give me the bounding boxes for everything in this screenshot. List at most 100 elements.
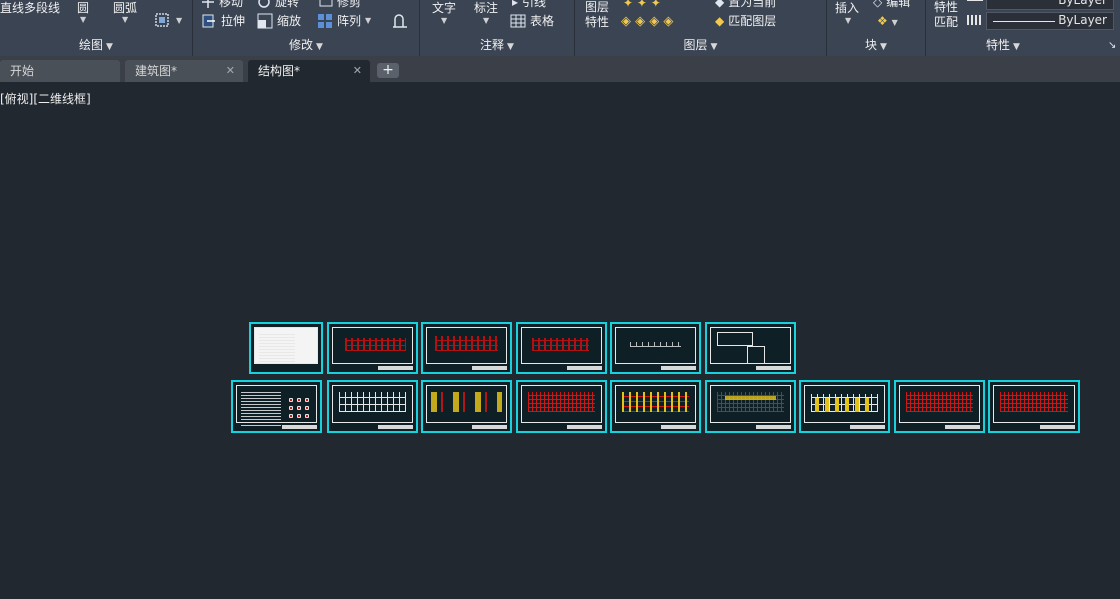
table-icon: [510, 14, 526, 28]
drawing-sheet[interactable]: [516, 322, 607, 374]
leader-button[interactable]: ▸ 引线: [512, 0, 546, 10]
scale-label: 缩放: [277, 14, 302, 28]
modify-panel: 移动 旋转 修剪 拉伸 缩放 阵列 ▼ 修改 ▼: [193, 0, 420, 56]
scale-button[interactable]: 缩放: [257, 13, 301, 29]
drawing-sheet[interactable]: [610, 380, 701, 433]
linetype-select[interactable]: ByLayer: [986, 12, 1114, 30]
drawing-sheet[interactable]: [327, 380, 418, 433]
close-tab-icon[interactable]: ✕: [226, 60, 235, 82]
drawing-sheet[interactable]: [610, 322, 701, 374]
match-properties-button[interactable]: 特性 匹配: [934, 0, 958, 30]
block-edit-button[interactable]: ◇ 编辑: [873, 0, 910, 10]
match-layer-icon: ◆: [715, 14, 725, 28]
new-tab-button[interactable]: +: [377, 63, 399, 78]
layer-properties-button[interactable]: 图层 特性: [585, 0, 609, 30]
tab-architecture[interactable]: 建筑图* ✕: [125, 60, 243, 82]
layers-panel: 图层 特性 ✦ ✦ ✦ ◈ ◈ ◈ ◈ ◆ 置为当前 ◆ 匹配图层 图层 ▼: [575, 0, 827, 56]
array-dropdown-icon[interactable]: ▼: [365, 13, 371, 29]
hatch-tool-icon[interactable]: [154, 12, 172, 33]
layer-tools-row2-icons[interactable]: ◈ ◈ ◈ ◈: [621, 14, 673, 29]
panel-expand-icon[interactable]: ↘: [1108, 40, 1116, 51]
block-panel-title[interactable]: 块 ▼: [827, 37, 925, 54]
move-label: 移动: [219, 0, 244, 9]
trim-label: 修剪: [337, 0, 362, 9]
layers-panel-title[interactable]: 图层 ▼: [575, 37, 826, 54]
circle-dropdown-icon[interactable]: ▼: [80, 15, 86, 24]
make-current-button[interactable]: ◆ 置为当前: [715, 0, 776, 10]
drawing-sheet[interactable]: [516, 380, 607, 433]
tab-start[interactable]: 开始: [0, 60, 120, 82]
dimension-button[interactable]: 标注: [474, 0, 498, 16]
tab-structure[interactable]: 结构图* ✕: [248, 60, 370, 82]
drawing-sheet[interactable]: [421, 380, 512, 433]
line-button[interactable]: 直线: [0, 0, 24, 16]
file-tab-bar: 开始 建筑图* ✕ 结构图* ✕: [0, 56, 1120, 82]
rotate-icon: [258, 0, 270, 8]
drawing-sheet[interactable]: [421, 322, 512, 374]
match-layer-label: 匹配图层: [728, 14, 777, 28]
fillet-tool-icon[interactable]: [391, 13, 409, 32]
drawing-sheet[interactable]: [231, 380, 322, 433]
drawing-sheet[interactable]: [799, 380, 890, 433]
rotate-label: 旋转: [275, 0, 300, 9]
tab-structure-label: 结构图*: [258, 64, 301, 78]
ribbon: 直线 多段线 圆 ▼ 圆弧 ▼ ▼ 绘图 ▼ 移动 旋转 修剪 拉伸 缩放 阵列…: [0, 0, 1120, 56]
leader-icon: ▸: [512, 0, 519, 9]
leader-label: 引线: [522, 0, 547, 9]
array-label: 阵列: [337, 14, 362, 28]
dimension-dropdown-icon[interactable]: ▼: [483, 16, 489, 25]
text-button[interactable]: 文字: [432, 0, 456, 16]
trim-button[interactable]: 修剪: [319, 0, 361, 10]
stretch-button[interactable]: 拉伸: [201, 13, 245, 29]
array-button[interactable]: 阵列 ▼: [317, 13, 371, 29]
insert-button[interactable]: 插入: [835, 0, 859, 16]
arc-button[interactable]: 圆弧: [113, 0, 137, 16]
layer-tools-row1-icons[interactable]: ✦ ✦ ✦: [623, 0, 661, 10]
polyline-button[interactable]: 多段线: [24, 0, 60, 16]
trim-icon: [319, 0, 333, 7]
linetype-icon: [967, 15, 983, 25]
insert-dropdown-icon[interactable]: ▼: [845, 16, 851, 25]
linetype-sample: [993, 21, 1055, 22]
tab-start-label: 开始: [10, 64, 35, 78]
array-icon: [318, 14, 332, 28]
arc-dropdown-icon[interactable]: ▼: [122, 15, 128, 24]
drawing-sheet[interactable]: [327, 322, 418, 374]
rotate-button[interactable]: 旋转: [257, 0, 299, 10]
color-select[interactable]: ByLayer: [986, 0, 1114, 10]
move-icon: [202, 0, 214, 8]
stretch-label: 拉伸: [221, 14, 246, 28]
viewport-controls[interactable]: [俯视][二维线框]: [0, 90, 91, 107]
block-panel: 插入 ▼ ◇ 编辑 ❖ ▼ 块 ▼: [827, 0, 926, 56]
move-button[interactable]: 移动: [201, 0, 243, 10]
color-select-value: ByLayer: [1058, 0, 1107, 7]
properties-panel: 特性 匹配 ByLayer ByLayer 特性 ▼ ↘: [926, 0, 1120, 56]
tab-architecture-label: 建筑图*: [135, 64, 178, 78]
scale-icon: [257, 13, 273, 29]
table-button[interactable]: 表格: [510, 13, 554, 29]
annotation-panel: 文字 ▼ 标注 ▼ ▸ 引线 表格 注释 ▼: [420, 0, 575, 56]
make-current-label: 置为当前: [728, 0, 777, 9]
properties-panel-title[interactable]: 特性 ▼: [926, 37, 1080, 54]
drawing-sheet[interactable]: [249, 322, 323, 374]
draw-panel-title[interactable]: 绘图 ▼: [0, 37, 192, 54]
text-dropdown-icon[interactable]: ▼: [441, 16, 447, 25]
match-layer-button[interactable]: ◆ 匹配图层: [715, 13, 776, 29]
linetype-select-value: ByLayer: [1058, 13, 1107, 27]
drawing-sheet[interactable]: [988, 380, 1080, 433]
make-current-icon: ◆: [715, 0, 725, 9]
drawing-sheet[interactable]: [705, 322, 796, 374]
block-edit-icon: ◇: [873, 0, 883, 9]
circle-button[interactable]: 圆: [77, 0, 89, 16]
drawing-sheet[interactable]: [705, 380, 796, 433]
stretch-icon: [202, 14, 215, 28]
drawing-sheet[interactable]: [894, 380, 985, 433]
block-attribute-icon[interactable]: ❖ ▼: [877, 14, 898, 28]
hatch-dropdown-icon[interactable]: ▼: [176, 16, 182, 25]
modify-panel-title[interactable]: 修改 ▼: [193, 37, 419, 54]
close-tab-icon[interactable]: ✕: [353, 60, 362, 82]
table-label: 表格: [530, 14, 555, 28]
annotation-panel-title[interactable]: 注释 ▼: [420, 37, 574, 54]
block-edit-label: 编辑: [886, 0, 911, 9]
lineweight-icon: [967, 0, 983, 1]
